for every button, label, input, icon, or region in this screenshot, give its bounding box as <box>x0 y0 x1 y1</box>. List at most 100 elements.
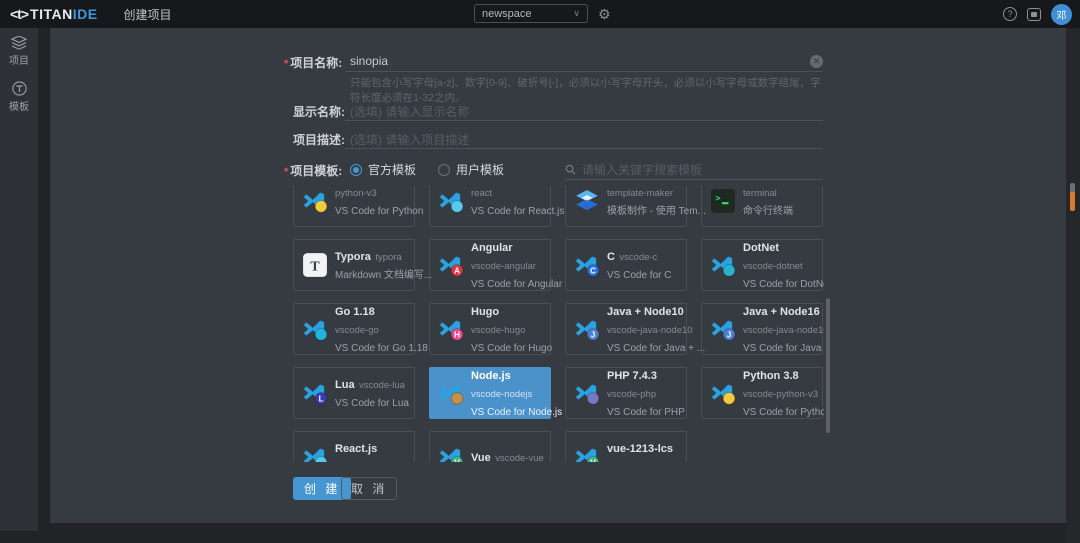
template-card[interactable]: template-maker 模板制作 - 使用 Tem... <box>565 185 687 227</box>
template-card-title: React.js <box>335 443 377 455</box>
console-icon[interactable] <box>1027 8 1041 21</box>
radio-dot-icon <box>438 164 450 176</box>
clear-input-icon[interactable]: ✕ <box>810 55 823 68</box>
project-name-underline <box>345 52 823 72</box>
template-card-icon <box>710 380 736 406</box>
template-card-icon: J <box>574 316 600 342</box>
help-icon[interactable]: ? <box>1003 7 1017 21</box>
template-card-icon <box>574 188 600 214</box>
template-card[interactable]: DotNet vscode-dotnet VS Code for DotNet <box>701 239 823 291</box>
template-card-name: vscode-angular <box>471 261 536 272</box>
template-card-icon <box>302 316 328 342</box>
display-name-label: 显示名称: <box>293 103 345 120</box>
template-card-desc: Markdown 文档编写... <box>335 270 432 281</box>
template-card-desc: VS Code for DotNet <box>743 279 824 290</box>
template-card-name: vscode-go <box>335 325 379 336</box>
template-card-icon: V <box>438 444 464 462</box>
layers-icon <box>11 36 27 50</box>
page-scrollbar-thumb[interactable] <box>1070 192 1075 211</box>
template-card-title: DotNet <box>743 242 779 254</box>
description-label: 项目描述: <box>293 131 345 148</box>
svg-text:C: C <box>590 266 596 275</box>
template-card-title: Vue <box>471 452 491 462</box>
template-card[interactable]: V Vue vscode-vue <box>429 431 551 462</box>
template-card[interactable]: H Hugo vscode-hugo VS Code for Hugo <box>429 303 551 355</box>
template-card-name: react <box>471 188 492 199</box>
template-card[interactable]: T Typora typora Markdown 文档编写... <box>293 239 415 291</box>
svg-text:A: A <box>454 266 460 275</box>
template-card-desc: VS Code for Python <box>335 206 423 217</box>
template-card[interactable]: C C vscode-c VS Code for C <box>565 239 687 291</box>
radio-official-templates[interactable]: 官方模板 <box>350 161 416 178</box>
template-card-desc: VS Code for PHP <box>607 407 685 418</box>
svg-text:L: L <box>319 394 324 403</box>
template-grid-scrollbar[interactable] <box>826 298 830 433</box>
template-card[interactable]: V vue-1213-lcs vue-1213-lcs <box>565 431 687 462</box>
template-card[interactable]: Go 1.18 vscode-go VS Code for Go 1.18 <box>293 303 415 355</box>
template-card-icon <box>438 188 464 214</box>
template-card-icon <box>710 252 736 278</box>
template-card[interactable]: A Angular vscode-angular VS Code for Ang… <box>429 239 551 291</box>
template-card-title: Java + Node10 <box>607 306 684 318</box>
sidebar-item-projects[interactable]: 项目 <box>0 28 38 73</box>
template-card-icon: > <box>710 188 736 214</box>
template-card[interactable]: > terminal 命令行终端 <box>701 185 823 227</box>
template-card-name: vscode-nodejs <box>471 389 532 400</box>
workspace-settings-gear-icon[interactable]: ⚙ <box>598 5 611 23</box>
template-card[interactable]: Python 3.8 vscode-python-v3 VS Code for … <box>701 367 823 419</box>
template-card-title: vue-1213-lcs <box>607 443 673 455</box>
template-grid-content: python-v3 VS Code for Python react VS Co… <box>293 185 824 462</box>
template-search-input[interactable]: 请输入关键字搜索模板 <box>565 160 823 180</box>
template-card-name: vscode-java-node16 <box>743 325 824 336</box>
chevron-down-icon: ∨ <box>573 8 580 19</box>
svg-text:T: T <box>310 258 320 274</box>
template-card-icon: V <box>574 444 600 462</box>
template-card[interactable]: react VS Code for React.js <box>429 185 551 227</box>
template-icon <box>12 81 27 96</box>
app-logo: <t> TITAN IDE <box>10 6 98 22</box>
template-card-desc: VS Code for Node.js <box>471 407 562 418</box>
svg-text:H: H <box>454 330 460 339</box>
template-card-icon <box>302 444 328 462</box>
cancel-button[interactable]: 取 消 <box>341 477 397 500</box>
project-name-label: *项目名称: <box>284 54 342 71</box>
template-card-icon: L <box>302 380 328 406</box>
svg-text:V: V <box>590 458 596 462</box>
template-card-desc: VS Code for Lua <box>335 398 409 409</box>
required-mark: * <box>284 58 288 70</box>
template-card[interactable]: L Lua vscode-lua VS Code for Lua <box>293 367 415 419</box>
template-card[interactable]: React.js vscode-react <box>293 431 415 462</box>
template-card[interactable]: J Java + Node10 vscode-java-node10 VS Co… <box>565 303 687 355</box>
sidebar-item-templates[interactable]: 模板 <box>0 73 38 119</box>
workspace-select[interactable]: newspace ∨ <box>474 4 588 23</box>
template-card[interactable]: J Java + Node16 vscode-java-node16 VS Co… <box>701 303 823 355</box>
template-card-icon: C <box>574 252 600 278</box>
page-title: 创建项目 <box>124 6 172 23</box>
required-mark: * <box>284 166 288 178</box>
template-card-name: vscode-c <box>619 252 657 263</box>
avatar[interactable]: 邓 <box>1051 4 1072 25</box>
svg-text:J: J <box>727 330 732 339</box>
search-icon <box>565 164 576 175</box>
template-card[interactable]: PHP 7.4.3 vscode-php VS Code for PHP <box>565 367 687 419</box>
template-card-name: vscode-dotnet <box>743 261 803 272</box>
template-card[interactable]: Node.js vscode-nodejs VS Code for Node.j… <box>429 367 551 419</box>
template-card-desc: VS Code for Python <box>743 407 824 418</box>
template-card-title: Go 1.18 <box>335 306 375 318</box>
template-card-name: typora <box>375 252 401 263</box>
template-card[interactable]: python-v3 VS Code for Python <box>293 185 415 227</box>
template-card-desc: VS Code for React.js <box>471 206 564 217</box>
template-card-name: template-maker <box>607 188 673 199</box>
radio-user-templates[interactable]: 用户模板 <box>438 161 504 178</box>
template-card-desc: VS Code for Go 1.18 <box>335 343 428 354</box>
workspace-select-value: newspace <box>482 8 573 20</box>
template-card-title: Typora <box>335 251 371 263</box>
template-label: *项目模板: <box>284 162 342 179</box>
template-card-title: Hugo <box>471 306 499 318</box>
radio-dot-icon <box>350 164 362 176</box>
template-card-name: vscode-hugo <box>471 325 525 336</box>
template-card-name: vscode-vue <box>495 453 544 462</box>
template-card-title: Node.js <box>471 370 511 382</box>
template-card-desc: VS Code for Angular <box>471 279 562 290</box>
template-card-title: PHP 7.4.3 <box>607 370 657 382</box>
